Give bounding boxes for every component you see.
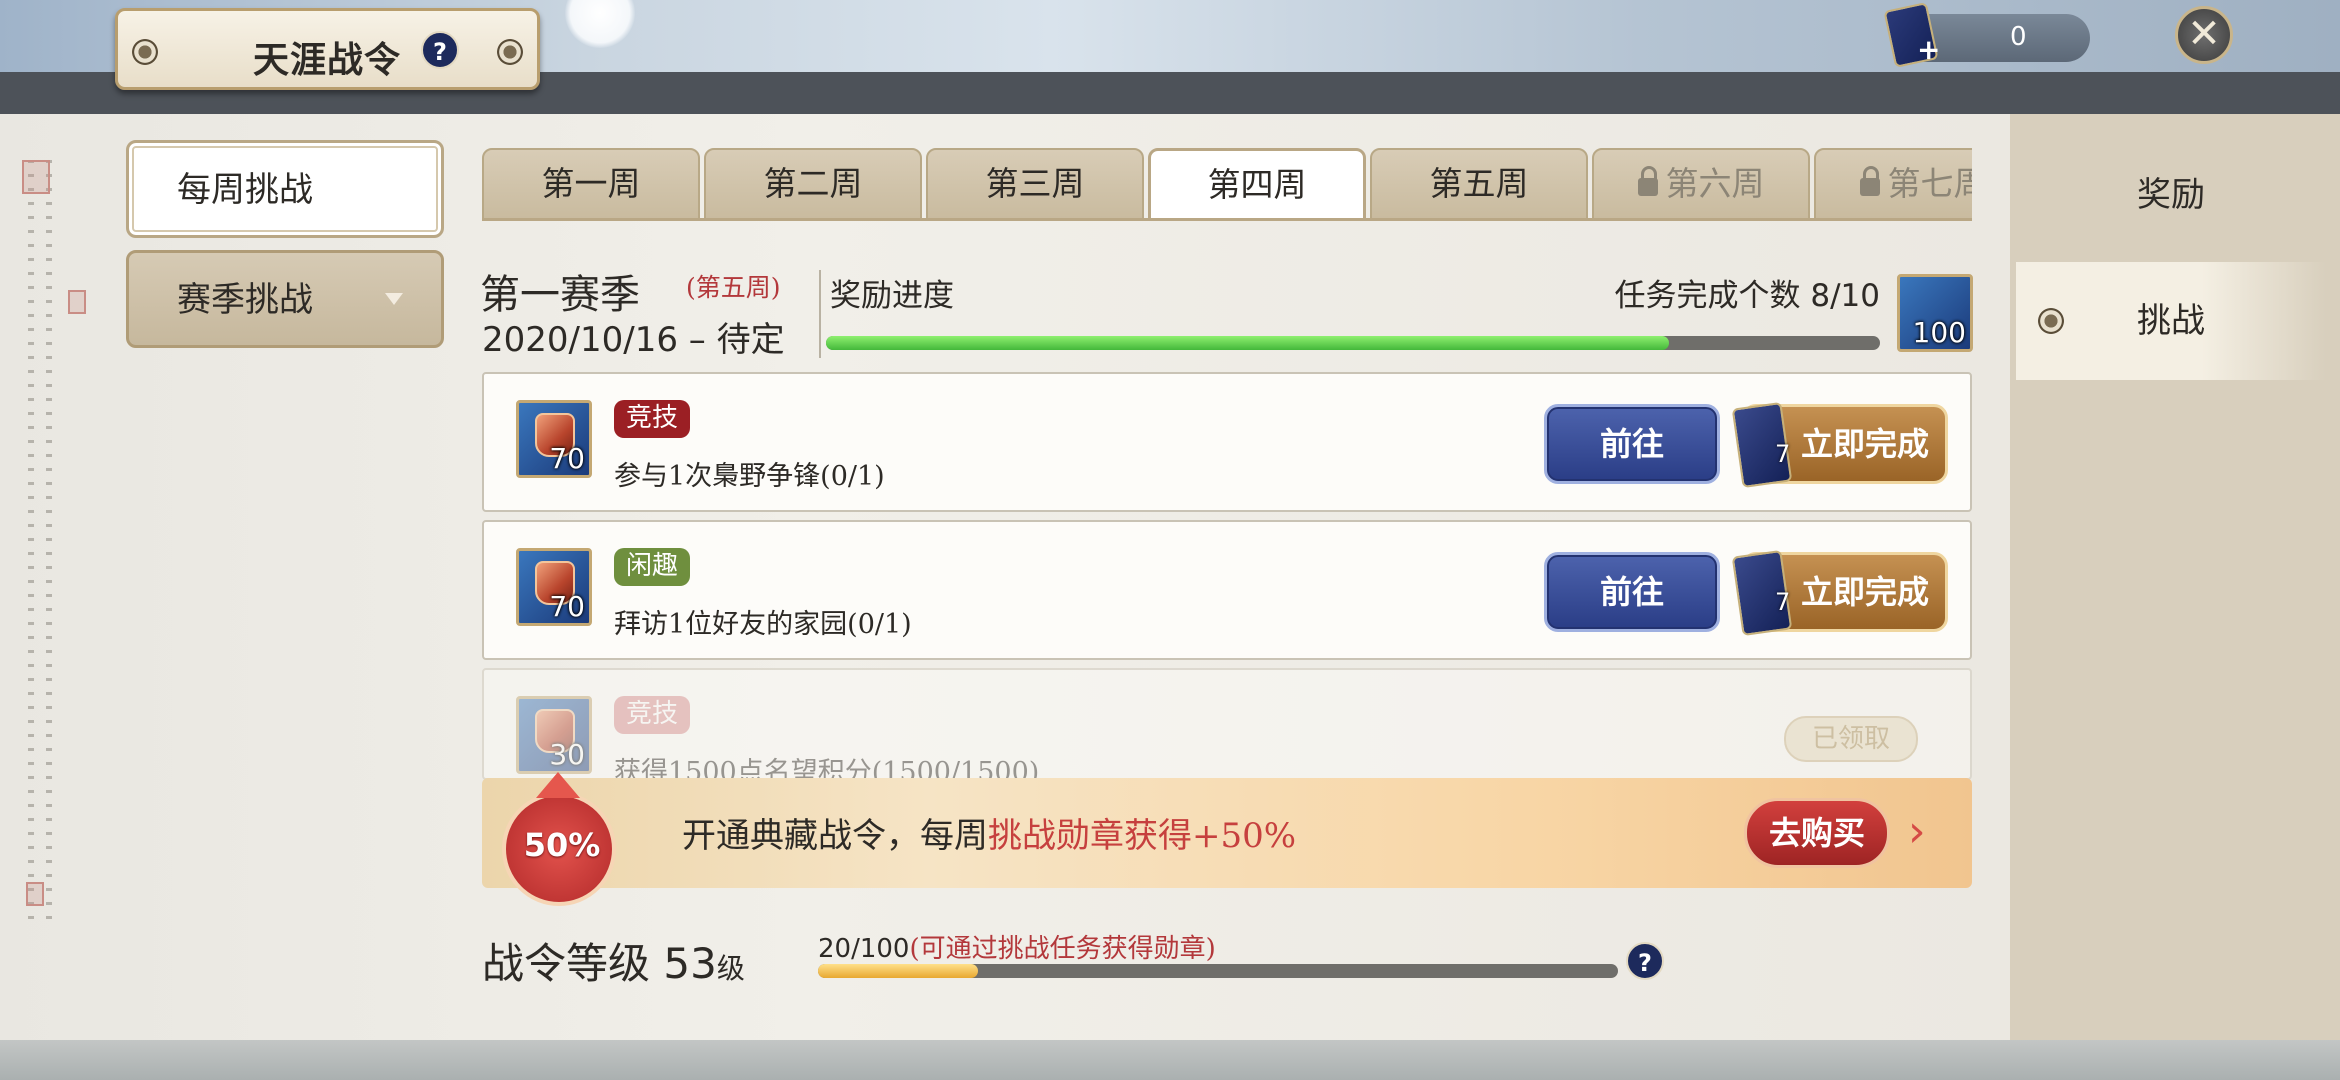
reward-progress-label: 奖励进度 (830, 278, 954, 314)
page-title: 天涯战令 (253, 39, 402, 81)
exp-hint: (可通过挑战任务获得勋章) (909, 934, 1216, 964)
bonus-percent: 50% (523, 826, 601, 864)
buy-button[interactable]: 去购买 (1744, 798, 1890, 868)
nav-season-challenge[interactable]: 赛季挑战 (126, 250, 444, 348)
seal-stamp-icon (26, 882, 44, 906)
reward-progress-bar (826, 336, 1880, 350)
tab-week-2[interactable]: 第二周 (704, 148, 922, 220)
complete-now-label: 立即完成 (1801, 425, 1930, 463)
season-dates: 2020/10/16 – 待定 (482, 320, 785, 360)
tab-label: 第一周 (541, 164, 641, 203)
promo-text-highlight: 挑战勋章获得+50% (988, 816, 1297, 856)
lock-icon (1637, 166, 1658, 196)
task-tag: 竞技 (614, 696, 691, 734)
complete-now-button[interactable]: 7 立即完成 (1731, 549, 1948, 637)
pass-level: 战令等级 53级 (482, 930, 745, 991)
medal-icon: 70 (516, 400, 592, 478)
task-card: 70 闲趣 拜访1位好友的家园(0/1) 前往 7 立即完成 (482, 520, 1972, 660)
exp-text: 20/100(可通过挑战任务获得勋章) (818, 928, 1216, 965)
lock-icon (1859, 166, 1880, 196)
tab-week-3[interactable]: 第三周 (926, 148, 1144, 220)
tab-week-5[interactable]: 第五周 (1370, 148, 1588, 220)
reward-chest-icon[interactable]: 100 (1897, 274, 1973, 352)
bottom-strip (0, 1040, 2340, 1080)
currency-value: 0 (2010, 22, 2027, 52)
title-plaque: 天涯战令 ? (115, 8, 540, 90)
complete-now-label: 立即完成 (1801, 573, 1930, 611)
ticket-cost: 7 (1775, 440, 1791, 468)
side-tab-label: 挑战 (2137, 301, 2205, 341)
task-tag: 闲趣 (614, 548, 691, 586)
task-count-label: 任务完成个数 (1614, 278, 1801, 314)
side-tab-rewards[interactable]: 奖励 (2016, 136, 2326, 254)
side-tab-label: 奖励 (2137, 175, 2205, 215)
tab-label: 第六周 (1665, 164, 1765, 203)
bonus-badge: 50% (502, 772, 622, 906)
moon-decoration (565, 0, 635, 48)
task-description: 拜访1位好友的家园(0/1) (614, 609, 912, 640)
tab-label: 第四周 (1207, 165, 1307, 204)
help-icon[interactable]: ? (421, 31, 459, 69)
chevron-right-icon[interactable]: › (1908, 806, 1926, 857)
medal-amount: 30 (549, 738, 585, 771)
up-arrow-icon (536, 772, 580, 798)
medal-icon: 70 (516, 548, 592, 626)
knot-ornament-icon (2036, 306, 2066, 336)
medal-amount: 70 (549, 590, 585, 623)
add-icon[interactable]: + (1917, 36, 1940, 64)
task-tag: 竞技 (614, 400, 691, 438)
week-tabs: 第一周 第二周 第三周 第四周 第五周 第六周 第七周 (482, 148, 1972, 220)
tab-label: 第三周 (985, 164, 1085, 203)
task-count: 任务完成个数 8/10 (1615, 270, 1880, 315)
help-icon[interactable]: ? (1626, 942, 1664, 980)
tab-label: 第二周 (763, 164, 863, 203)
currency-display[interactable]: + 0 (1883, 2, 2090, 68)
promo-text-prefix: 开通典藏战令，每周 (682, 816, 988, 856)
reward-progress-fill (826, 336, 1670, 350)
tab-underline (482, 218, 1972, 221)
task-card-completed: 30 竞技 获得1500点名望积分(1500/1500) 已领取 (482, 668, 1972, 780)
ticket-cost: 7 (1775, 588, 1791, 616)
tab-label: 第五周 (1429, 164, 1529, 203)
knot-ornament-icon (495, 37, 525, 67)
task-count-value: 8/10 (1810, 278, 1880, 314)
pass-level-value: 53 (663, 939, 717, 988)
tab-label: 第七周 (1887, 164, 1973, 203)
nav-weekly-challenge[interactable]: 每周挑战 (126, 140, 444, 238)
promo-banner[interactable]: 50% 开通典藏战令，每周挑战勋章获得+50% 去购买 › (482, 772, 1972, 906)
seal-stamp-icon (22, 160, 50, 194)
side-tab-challenge[interactable]: 挑战 (2016, 262, 2326, 380)
seal-stamp-icon (68, 290, 86, 314)
task-description: 获得1500点名望积分(1500/1500) (614, 757, 1040, 780)
calligraphy-decoration (20, 160, 70, 920)
reward-amount: 100 (1912, 316, 1966, 349)
task-description: 参与1次梟野争锋(0/1) (614, 461, 885, 492)
season-week: (第五周) (686, 273, 781, 302)
nav-label: 赛季挑战 (177, 280, 313, 320)
complete-now-button[interactable]: 7 立即完成 (1731, 401, 1948, 489)
go-button[interactable]: 前往 (1544, 404, 1720, 484)
tab-week-4[interactable]: 第四周 (1148, 148, 1366, 220)
medal-icon: 30 (516, 696, 592, 774)
exp-progress-bar (818, 964, 1618, 978)
claimed-badge: 已领取 (1784, 716, 1918, 762)
go-button[interactable]: 前往 (1544, 552, 1720, 632)
tab-week-7[interactable]: 第七周 (1814, 148, 1972, 220)
exp-progress-fill (818, 964, 978, 978)
pass-level-unit: 级 (716, 952, 745, 985)
knot-ornament-icon (130, 37, 160, 67)
nav-label: 每周挑战 (177, 170, 313, 210)
dropdown-arrow-icon (385, 293, 403, 305)
tab-week-1[interactable]: 第一周 (482, 148, 700, 220)
pass-level-label: 战令等级 (482, 939, 651, 988)
close-button[interactable]: ✕ (2175, 6, 2233, 64)
divider (819, 270, 821, 358)
task-card: 70 竞技 参与1次梟野争锋(0/1) 前往 7 立即完成 (482, 372, 1972, 512)
exp-value: 20/100 (818, 934, 910, 964)
tab-week-6[interactable]: 第六周 (1592, 148, 1810, 220)
promo-text: 开通典藏战令，每周挑战勋章获得+50% (682, 808, 1296, 857)
medal-amount: 70 (549, 442, 585, 475)
